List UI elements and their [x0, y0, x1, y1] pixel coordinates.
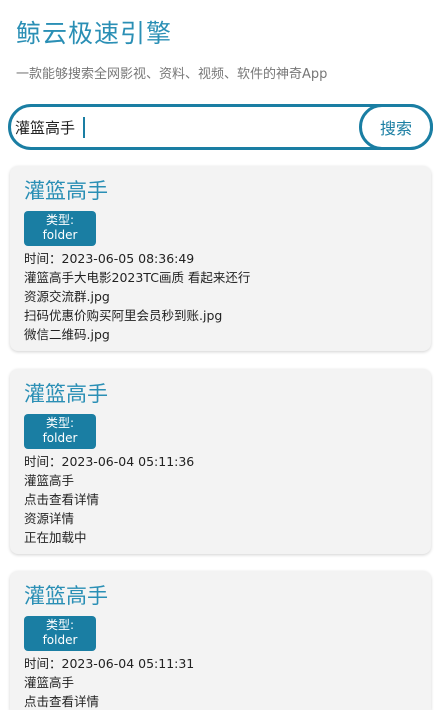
result-line: 扫码优惠价购买阿里会员秒到账.jpg: [24, 308, 223, 323]
result-card-3[interactable]: 灌篮高手 类型: folder 时间：2023-06-04 05:11:31 灌…: [10, 571, 431, 710]
type-badge-label: 类型:: [45, 618, 75, 632]
type-badge-label: 类型:: [45, 213, 75, 227]
result-line: 灌篮高手: [24, 675, 75, 690]
result-card-1[interactable]: 灌篮高手 类型: folder 时间：2023-06-05 08:36:49 灌…: [10, 166, 431, 351]
result-line: 微信二维码.jpg: [24, 327, 110, 342]
result-line: 资源交流群.jpg: [24, 289, 110, 304]
type-badge-label: 类型:: [45, 416, 75, 430]
result-line: 点击查看详情: [24, 694, 100, 709]
app-title: 鲸云极速引擎: [16, 19, 173, 48]
type-badge: 类型: folder: [24, 616, 96, 651]
result-line: 正在加载中: [24, 530, 87, 545]
type-badge-value: folder: [42, 431, 78, 445]
result-time: 时间：2023-06-05 08:36:49: [24, 251, 195, 266]
result-line: 灌篮高手: [24, 473, 75, 488]
result-time: 时间：2023-06-04 05:11:36: [24, 454, 195, 469]
result-line: 点击查看详情: [24, 492, 100, 507]
result-line: 资源详情: [24, 511, 75, 526]
text-cursor: [83, 117, 85, 138]
search-input[interactable]: [15, 113, 355, 141]
type-badge: 类型: folder: [24, 414, 96, 449]
type-badge-value: folder: [42, 633, 78, 647]
app-subtitle: 一款能够搜索全网影视、资料、视频、软件的神奇App: [16, 67, 328, 82]
search-button[interactable]: 搜索: [359, 104, 433, 150]
app-screen: 鲸云极速引擎 一款能够搜索全网影视、资料、视频、软件的神奇App 搜索 灌篮高手…: [0, 0, 440, 710]
result-title[interactable]: 灌篮高手: [24, 381, 417, 407]
result-line: 灌篮高手大电影2023TC画质 看起来还行: [24, 270, 251, 285]
result-title[interactable]: 灌篮高手: [24, 178, 417, 204]
search-bar: 搜索: [8, 104, 433, 150]
result-time: 时间：2023-06-04 05:11:31: [24, 656, 195, 671]
result-card-2[interactable]: 灌篮高手 类型: folder 时间：2023-06-04 05:11:36 灌…: [10, 369, 431, 554]
result-title[interactable]: 灌篮高手: [24, 583, 417, 609]
type-badge-value: folder: [42, 228, 78, 242]
type-badge: 类型: folder: [24, 211, 96, 246]
